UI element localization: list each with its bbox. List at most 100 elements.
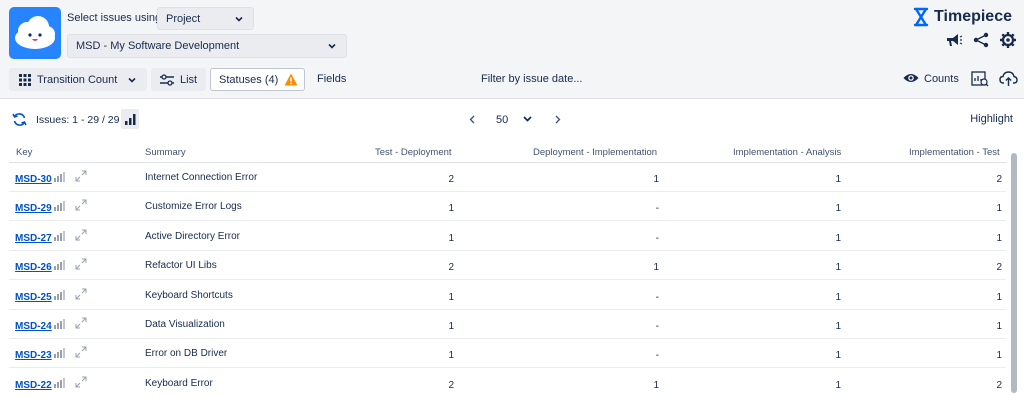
count-implementation-test: 1: [996, 350, 1002, 362]
count-test-deployment: 2: [448, 262, 454, 274]
cloud-upload-icon[interactable]: [999, 70, 1018, 87]
bar-chart-icon[interactable]: [54, 289, 65, 300]
statuses-button[interactable]: Statuses (4): [210, 68, 305, 91]
expand-icon[interactable]: [75, 376, 87, 388]
issue-key-link[interactable]: MSD-22: [15, 380, 52, 391]
report-icon[interactable]: [971, 70, 989, 87]
expand-icon[interactable]: [75, 199, 87, 211]
column-header-key[interactable]: Key: [16, 147, 32, 158]
column-header-test-deployment[interactable]: Test - Deployment: [375, 147, 452, 158]
megaphone-icon[interactable]: [945, 31, 963, 49]
issue-source-select[interactable]: Project: [157, 7, 254, 30]
list-button[interactable]: List: [151, 68, 206, 91]
count-implementation-test: 2: [996, 379, 1002, 391]
scrollbar-thumb[interactable]: [1011, 153, 1017, 393]
highlight-button[interactable]: Highlight: [970, 113, 1013, 125]
count-implementation-test: 1: [996, 321, 1002, 332]
count-test-deployment: 1: [448, 291, 454, 303]
expand-icon[interactable]: [75, 258, 87, 270]
count-implementation-analysis: 1: [835, 232, 841, 244]
table-row[interactable]: MSD-22 Keyboard Error 2 1 1 2: [9, 369, 1006, 397]
statuses-label: Statuses (4): [219, 73, 279, 86]
issue-summary: Refactor UI Libs: [145, 260, 217, 272]
issue-key-link[interactable]: MSD-23: [15, 350, 52, 361]
column-header-implementation-analysis[interactable]: Implementation - Analysis: [733, 147, 841, 158]
count-deployment-implementation: -: [655, 291, 659, 303]
table-row[interactable]: MSD-24 Data Visualization 1 - 1 1: [9, 310, 1006, 339]
issue-key-link[interactable]: MSD-25: [15, 292, 52, 303]
expand-icon[interactable]: [75, 317, 87, 329]
issue-summary: Data Visualization: [145, 319, 225, 330]
vertical-scrollbar[interactable]: [1011, 153, 1017, 397]
expand-icon[interactable]: [75, 288, 87, 300]
table-row[interactable]: MSD-23 Error on DB Driver 1 - 1 1: [9, 339, 1006, 369]
count-test-deployment: 2: [448, 379, 454, 391]
share-icon[interactable]: [972, 31, 990, 49]
expand-icon[interactable]: [75, 170, 87, 182]
table-row[interactable]: MSD-26 Refactor UI Libs 2 1 1 2: [9, 251, 1006, 281]
counts-toggle[interactable]: Counts: [924, 73, 959, 85]
gear-icon[interactable]: [999, 31, 1017, 49]
count-test-deployment: 1: [448, 203, 454, 215]
list-label: List: [180, 73, 198, 86]
bar-chart-icon[interactable]: [54, 171, 65, 182]
table-row[interactable]: MSD-30 Internet Connection Error 2 1 1 2: [9, 163, 1006, 192]
count-deployment-implementation: -: [655, 203, 659, 215]
chevron-down-icon[interactable]: [523, 115, 532, 123]
count-implementation-analysis: 1: [835, 321, 841, 332]
bar-chart-icon[interactable]: [54, 347, 65, 359]
project-select[interactable]: MSD - My Software Development: [67, 34, 347, 58]
count-test-deployment: 1: [448, 232, 454, 244]
bar-chart-icon[interactable]: [54, 230, 65, 241]
column-header-implementation-test[interactable]: Implementation - Test: [909, 147, 1000, 158]
grid-icon: [19, 73, 31, 86]
cloud-face-logo: [9, 7, 61, 59]
bar-chart-icon[interactable]: [54, 318, 65, 329]
fields-button[interactable]: Fields: [317, 73, 346, 85]
chevron-down-icon: [235, 16, 243, 22]
count-implementation-analysis: 1: [835, 379, 841, 391]
issue-key-link[interactable]: MSD-29: [15, 203, 52, 214]
transition-count-label: Transition Count: [37, 73, 118, 86]
refresh-icon[interactable]: [12, 112, 27, 127]
table-row[interactable]: MSD-25 Keyboard Shortcuts 1 - 1 1: [9, 281, 1006, 310]
count-deployment-implementation: -: [655, 232, 659, 244]
eye-icon[interactable]: [903, 72, 919, 84]
bar-chart-icon[interactable]: [54, 200, 65, 212]
count-implementation-analysis: 1: [835, 291, 841, 303]
count-deployment-implementation: 1: [653, 174, 659, 185]
expand-icon[interactable]: [75, 229, 87, 241]
count-implementation-analysis: 1: [835, 262, 841, 274]
chevron-right-icon[interactable]: [555, 115, 561, 124]
bar-chart-icon[interactable]: [54, 377, 65, 388]
count-implementation-test: 2: [996, 174, 1002, 185]
issue-summary: Active Directory Error: [145, 230, 241, 242]
filter-by-date-button[interactable]: Filter by issue date...: [481, 73, 583, 85]
count-deployment-implementation: 1: [653, 379, 659, 391]
expand-icon[interactable]: [75, 346, 87, 358]
count-implementation-test: 2: [996, 262, 1002, 274]
hourglass-icon: [913, 7, 929, 27]
count-implementation-test: 1: [996, 203, 1002, 215]
brand: Timepiece: [912, 7, 1012, 27]
page-size-value[interactable]: 50: [496, 114, 508, 126]
bar-chart-icon[interactable]: [54, 259, 65, 271]
issue-key-link[interactable]: MSD-24: [15, 321, 52, 332]
issue-key-link[interactable]: MSD-27: [15, 233, 52, 244]
chart-toggle-button[interactable]: [121, 109, 139, 129]
column-header-deployment-implementation[interactable]: Deployment - Implementation: [533, 147, 657, 158]
count-implementation-analysis: 1: [835, 174, 841, 185]
chevron-left-icon[interactable]: [469, 115, 475, 124]
issues-count: Issues: 1 - 29 / 29: [36, 114, 120, 126]
table-row[interactable]: MSD-29 Customize Error Logs 1 - 1 1: [9, 192, 1006, 222]
transition-count-dropdown[interactable]: Transition Count: [9, 68, 147, 91]
table-row[interactable]: MSD-27 Active Directory Error 1 - 1 1: [9, 222, 1006, 251]
count-implementation-analysis: 1: [835, 203, 841, 215]
count-deployment-implementation: -: [655, 350, 659, 362]
column-header-summary[interactable]: Summary: [145, 147, 186, 158]
issue-key-link[interactable]: MSD-26: [15, 262, 52, 273]
count-implementation-test: 1: [996, 291, 1002, 303]
count-implementation-analysis: 1: [835, 350, 841, 362]
issue-key-link[interactable]: MSD-30: [15, 174, 52, 185]
select-issues-label: Select issues using: [67, 12, 162, 24]
